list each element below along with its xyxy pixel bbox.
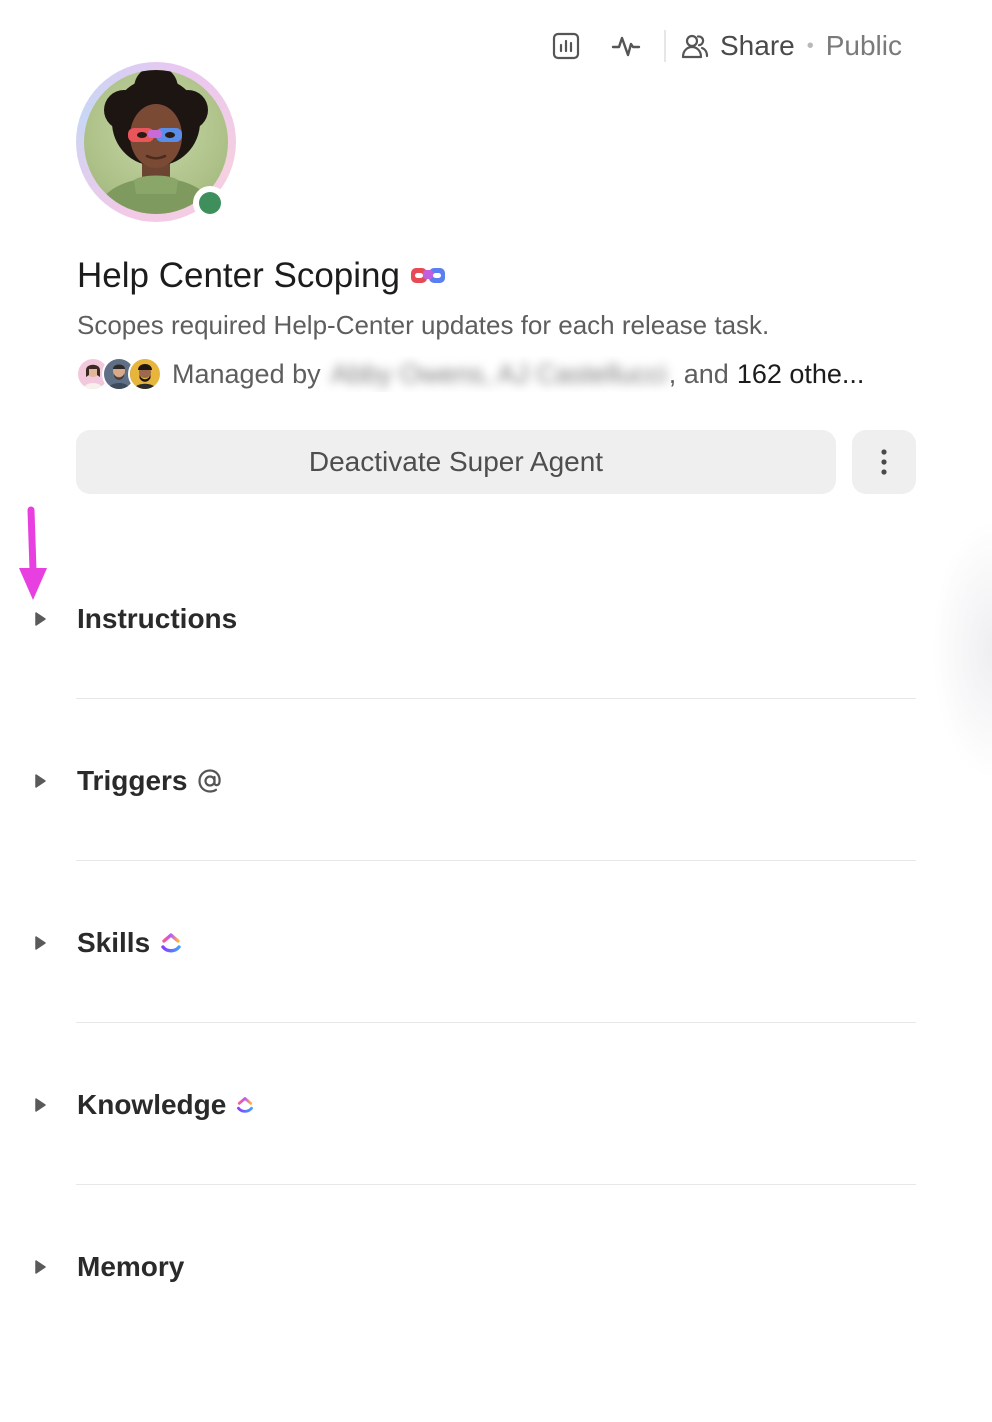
section-memory: Memory (0, 1247, 992, 1409)
section-triggers: Triggers (0, 761, 992, 923)
caret-right-icon[interactable] (30, 1097, 50, 1113)
bar-chart-icon (552, 32, 580, 60)
top-toolbar: Share • Public (528, 26, 902, 66)
section-instructions: Instructions (0, 599, 992, 761)
managers-row[interactable]: Managed by Abby Owens, AJ Castellucci , … (76, 356, 916, 392)
section-header-triggers[interactable]: Triggers (30, 761, 223, 801)
more-vertical-icon (881, 449, 887, 475)
agent-name: Help Center Scoping (77, 256, 400, 295)
section-divider (76, 860, 916, 861)
caret-right-icon[interactable] (30, 935, 50, 951)
section-title: Triggers (77, 765, 188, 796)
section-knowledge: Knowledge (0, 1085, 992, 1247)
super-agent-mask-icon (410, 266, 446, 286)
section-title: Memory (77, 1251, 185, 1282)
toolbar-divider (664, 30, 666, 62)
manager-avatars[interactable] (76, 357, 162, 391)
section-divider (76, 698, 916, 699)
clickup-logo-icon (160, 930, 182, 956)
manager-names-redacted: Abby Owens, AJ Castellucci (330, 358, 667, 389)
section-title: Instructions (77, 603, 238, 634)
section-header-skills[interactable]: Skills (30, 923, 182, 963)
agent-description: Scopes required Help-Center updates for … (77, 310, 770, 340)
share-separator: • (806, 34, 814, 57)
more-options-button[interactable] (852, 430, 916, 494)
caret-right-icon[interactable] (30, 611, 50, 627)
managers-suffix: , and (668, 358, 729, 389)
activity-icon (611, 36, 641, 57)
deactivate-super-agent-button[interactable]: Deactivate Super Agent (76, 430, 836, 494)
section-header-knowledge[interactable]: Knowledge (30, 1085, 254, 1125)
analytics-button[interactable] (544, 26, 588, 66)
clickup-logo-icon (236, 1094, 254, 1116)
online-status-indicator (193, 186, 227, 220)
users-icon (680, 31, 710, 61)
caret-right-icon[interactable] (30, 1259, 50, 1275)
agent-profile-panel: Share • Public Help Center Scoping Scope… (0, 0, 992, 1422)
visibility-label: Public (825, 30, 902, 61)
section-divider (76, 1022, 916, 1023)
managed-by-label: Managed by (172, 358, 321, 389)
section-divider (76, 1184, 916, 1185)
section-skills: Skills (0, 923, 992, 1085)
other-managers-count[interactable]: 162 othe... (737, 359, 865, 390)
section-header-instructions[interactable]: Instructions (30, 599, 237, 639)
share-button[interactable]: Share • Public (680, 30, 902, 62)
activity-button[interactable] (604, 26, 648, 66)
caret-right-icon[interactable] (30, 773, 50, 789)
annotation-arrow-icon (19, 506, 47, 600)
at-icon (197, 768, 223, 794)
agent-title-row: Help Center Scoping (77, 256, 446, 296)
section-header-memory[interactable]: Memory (30, 1247, 184, 1287)
share-label: Share (720, 30, 795, 61)
section-title: Skills (77, 927, 151, 958)
status-dot-fill (199, 192, 221, 214)
section-title: Knowledge (77, 1089, 227, 1120)
manager-avatar (128, 357, 162, 391)
